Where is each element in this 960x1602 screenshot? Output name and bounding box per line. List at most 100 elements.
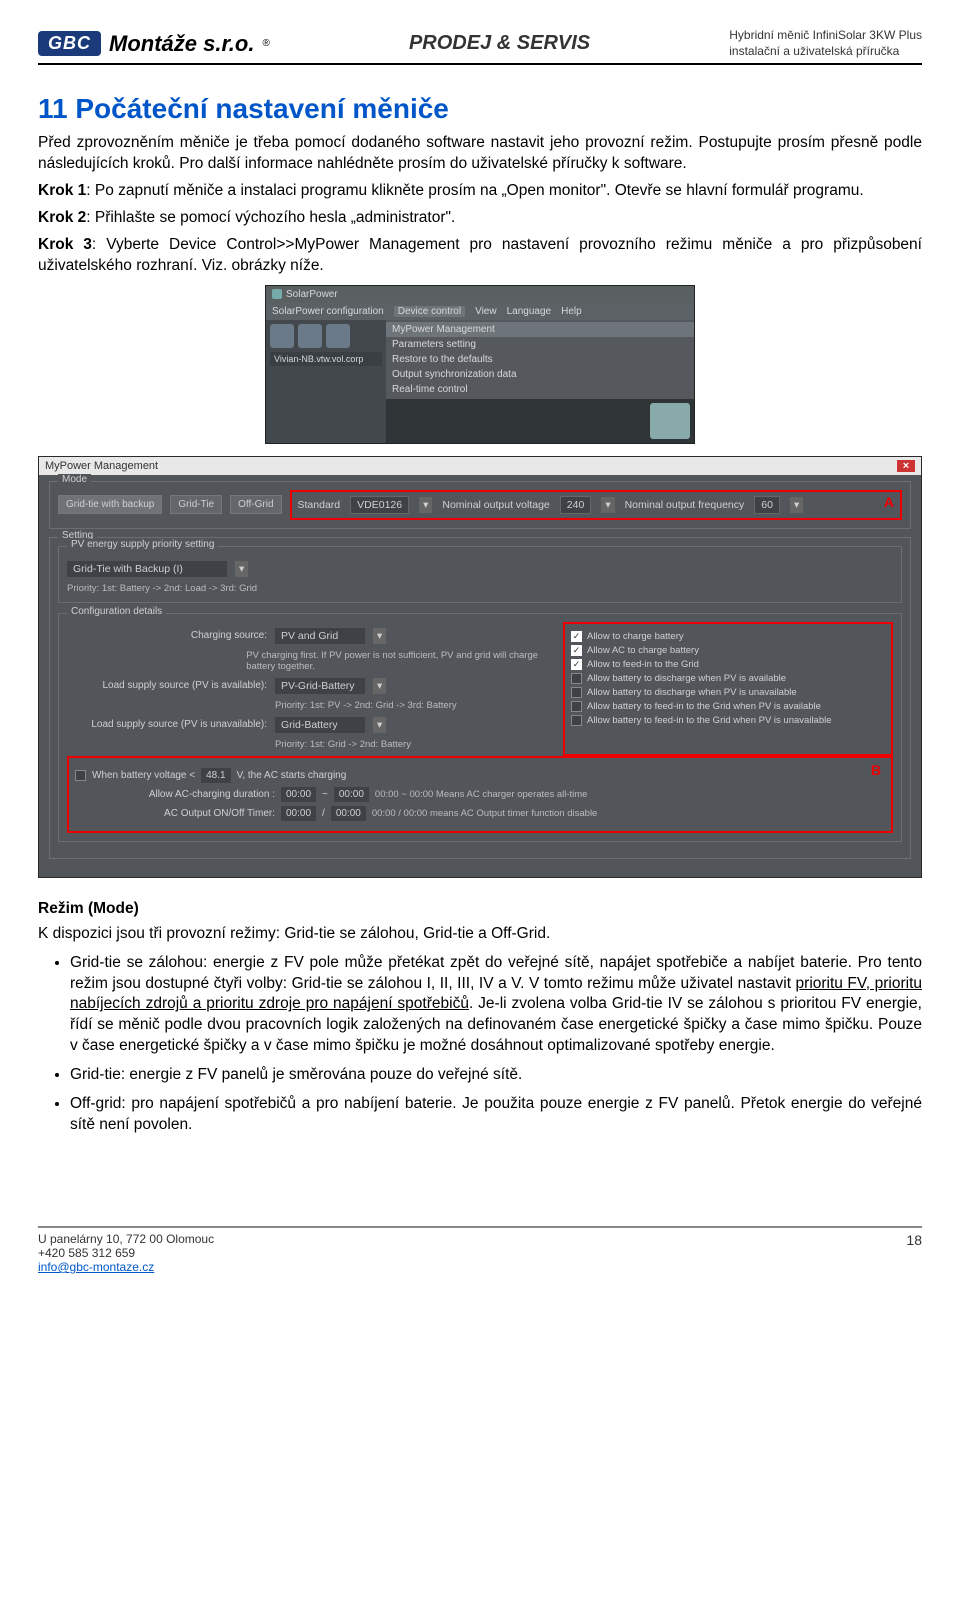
mode-item-1: Grid-tie se zálohou: energie z FV pole m… — [70, 953, 922, 1058]
ss2-acdur-label: Allow AC-charging duration : — [75, 789, 275, 800]
ss1-tree-item[interactable]: Vivian-NB.vtw.vol.corp — [270, 352, 382, 366]
ss1-submenu-sync[interactable]: Output synchronization data — [386, 367, 694, 382]
ss2-pv-option-dropdown[interactable]: Grid-Tie with Backup (I) — [67, 561, 227, 577]
ss2-pv-group-label: PV energy supply priority setting — [67, 539, 218, 550]
krok2-text: : Přihlašte se pomocí výchozího hesla „a… — [86, 209, 455, 226]
ss1-menu-config[interactable]: SolarPower configuration — [272, 306, 384, 317]
page-header: GBC Montáže s.r.o. ® PRODEJ & SERVIS Hyb… — [38, 28, 922, 65]
ss1-avatar-icon — [650, 403, 690, 439]
ss2-nov-dropdown[interactable]: 240 — [560, 496, 592, 514]
ss2-check-4-label: Allow battery to discharge when PV is av… — [587, 673, 786, 684]
ss2-charging-source-label: Charging source: — [67, 630, 267, 641]
ss2-check-6[interactable] — [571, 701, 582, 712]
chevron-down-icon[interactable]: ▾ — [373, 678, 386, 694]
ss1-submenu-realtime[interactable]: Real-time control — [386, 382, 694, 397]
chevron-down-icon[interactable]: ▾ — [419, 497, 432, 513]
chevron-down-icon[interactable]: ▾ — [790, 497, 803, 513]
ss2-checkbox-panel: ✓ Allow to charge battery ✓ Allow AC to ch… — [563, 622, 893, 756]
ss2-batt-check[interactable] — [75, 770, 86, 781]
page-footer: U panelárny 10, 772 00 Olomouc +420 585 … — [38, 1226, 922, 1274]
ss1-toolbar-icon-2[interactable] — [298, 324, 322, 348]
ss1-menu-language[interactable]: Language — [507, 306, 552, 317]
tab-grid-tie[interactable]: Grid-Tie — [170, 495, 222, 514]
ss2-batt-voltage-field[interactable]: 48.1 — [201, 768, 230, 783]
footer-phone: +420 585 312 659 — [38, 1246, 214, 1260]
ss2-check-5[interactable] — [571, 687, 582, 698]
chevron-down-icon[interactable]: ▾ — [373, 628, 386, 644]
ss2-nof-dropdown[interactable]: 60 — [754, 496, 780, 514]
mode-item-1-a: Grid-tie se zálohou: energie z FV pole m… — [70, 954, 922, 992]
ss2-load-avail-label: Load supply source (PV is available): — [67, 680, 267, 691]
chevron-down-icon[interactable]: ▾ — [235, 561, 248, 577]
chevron-down-icon[interactable]: ▾ — [601, 497, 614, 513]
intro-paragraph: Před zprovozněním měniče je třeba pomocí… — [38, 133, 922, 175]
tab-grid-tie-backup[interactable]: Grid-tie with backup — [58, 495, 162, 514]
ss2-batt-label: When battery voltage < — [92, 770, 195, 781]
product-name: Hybridní měnič InfiniSolar 3KW Plus — [729, 28, 922, 44]
ss2-actimer-from[interactable]: 00:00 — [281, 806, 316, 821]
ss1-submenu-params[interactable]: Parameters setting — [386, 337, 694, 352]
screenshot-1: SolarPower SolarPower configuration Devi… — [265, 285, 695, 444]
krok1-text: : Po zapnutí měniče a instalaci programu… — [86, 182, 863, 199]
chevron-down-icon[interactable]: ▾ — [373, 717, 386, 733]
mode-heading: Režim (Mode) — [38, 900, 922, 918]
ss2-check-6-label: Allow battery to feed-in to the Grid whe… — [587, 701, 821, 712]
footer-address: U panelárny 10, 772 00 Olomouc — [38, 1232, 214, 1246]
ss2-check-1-label: Allow to charge battery — [587, 631, 684, 642]
ss2-setting-group: Setting PV energy supply priority settin… — [49, 537, 911, 859]
ss2-actimer-to[interactable]: 00:00 — [331, 806, 366, 821]
ss1-menubar: SolarPower configuration Device control … — [266, 303, 694, 320]
ss1-menu-view[interactable]: View — [475, 306, 497, 317]
ss2-check-7[interactable] — [571, 715, 582, 726]
logo: GBC — [38, 31, 101, 56]
ss2-standard-dropdown[interactable]: VDE0126 — [350, 496, 409, 514]
ss2-nov-label: Nominal output voltage — [442, 499, 549, 511]
ss2-check-3[interactable]: ✓ — [571, 659, 582, 670]
krok2-label: Krok 2 — [38, 209, 86, 226]
ss1-content-area — [386, 399, 694, 443]
ss1-toolbar-icon-3[interactable] — [326, 324, 350, 348]
ss2-config-label: Configuration details — [67, 606, 166, 617]
krok1: Krok 1: Po zapnutí měniče a instalaci pr… — [38, 181, 922, 202]
ss2-batt-unit: V, the AC starts charging — [237, 770, 347, 781]
krok3: Krok 3: Vyberte Device Control>>MyPower … — [38, 235, 922, 277]
footer-email-link[interactable]: info@gbc-montaze.cz — [38, 1260, 154, 1274]
header-mid: PRODEJ & SERVIS — [278, 32, 721, 55]
ss2-nof-label: Nominal output frequency — [625, 499, 745, 511]
ss2-pv-priority-group: PV energy supply priority setting Grid-T… — [58, 546, 902, 603]
ss2-acdur-from[interactable]: 00:00 — [281, 787, 316, 802]
ss2-titlebar: MyPower Management × — [39, 457, 921, 475]
tab-off-grid[interactable]: Off-Grid — [230, 495, 281, 514]
ss1-menu-help[interactable]: Help — [561, 306, 582, 317]
ss2-load-unavail-dropdown[interactable]: Grid-Battery — [275, 717, 365, 733]
ss2-acdur-to[interactable]: 00:00 — [334, 787, 369, 802]
section-title: 11 Počáteční nastavení měniče — [38, 93, 922, 125]
ss2-config-group: Configuration details Charging source: P… — [58, 613, 902, 842]
ss2-charging-source-dropdown[interactable]: PV and Grid — [275, 628, 365, 644]
ss1-sidebar: Vivian-NB.vtw.vol.corp — [266, 320, 386, 443]
registered-symbol: ® — [262, 38, 269, 49]
ss2-load-unavail-label: Load supply source (PV is unavailable): — [67, 719, 267, 730]
ss1-submenu-mypower[interactable]: MyPower Management — [386, 322, 694, 337]
page-number: 18 — [906, 1232, 922, 1274]
header-right: Hybridní měnič InfiniSolar 3KW Plus inst… — [729, 28, 922, 59]
krok3-label: Krok 3 — [38, 236, 92, 253]
ss1-submenu-restore[interactable]: Restore to the defaults — [386, 352, 694, 367]
ss2-check-2-label: Allow AC to charge battery — [587, 645, 699, 656]
ss1-menu-device-control[interactable]: Device control — [394, 306, 465, 317]
ss2-check-4[interactable] — [571, 673, 582, 684]
ss2-check-2[interactable]: ✓ — [571, 645, 582, 656]
ss1-toolbar-icon-1[interactable] — [270, 324, 294, 348]
ss2-letter-b: B — [871, 762, 881, 778]
ss2-letter-a: A — [884, 494, 894, 510]
ss2-load-avail-note: Priority: 1st: PV -> 2nd: Grid -> 3rd: B… — [275, 700, 457, 711]
close-icon[interactable]: × — [897, 460, 915, 472]
ss2-check-7-label: Allow battery to feed-in to the Grid whe… — [587, 715, 832, 726]
ss2-actimer-note: 00:00 / 00:00 means AC Output timer func… — [372, 808, 598, 819]
company-text: Montáže s.r.o. — [109, 31, 254, 56]
ss2-load-avail-dropdown[interactable]: PV-Grid-Battery — [275, 678, 365, 694]
ss2-pv-priority-text: Priority: 1st: Battery -> 2nd: Load -> 3… — [67, 583, 893, 594]
doc-type: instalační a uživatelská příručka — [729, 44, 922, 60]
ss2-check-1[interactable]: ✓ — [571, 631, 582, 642]
ss2-mode-label: Mode — [58, 474, 91, 485]
